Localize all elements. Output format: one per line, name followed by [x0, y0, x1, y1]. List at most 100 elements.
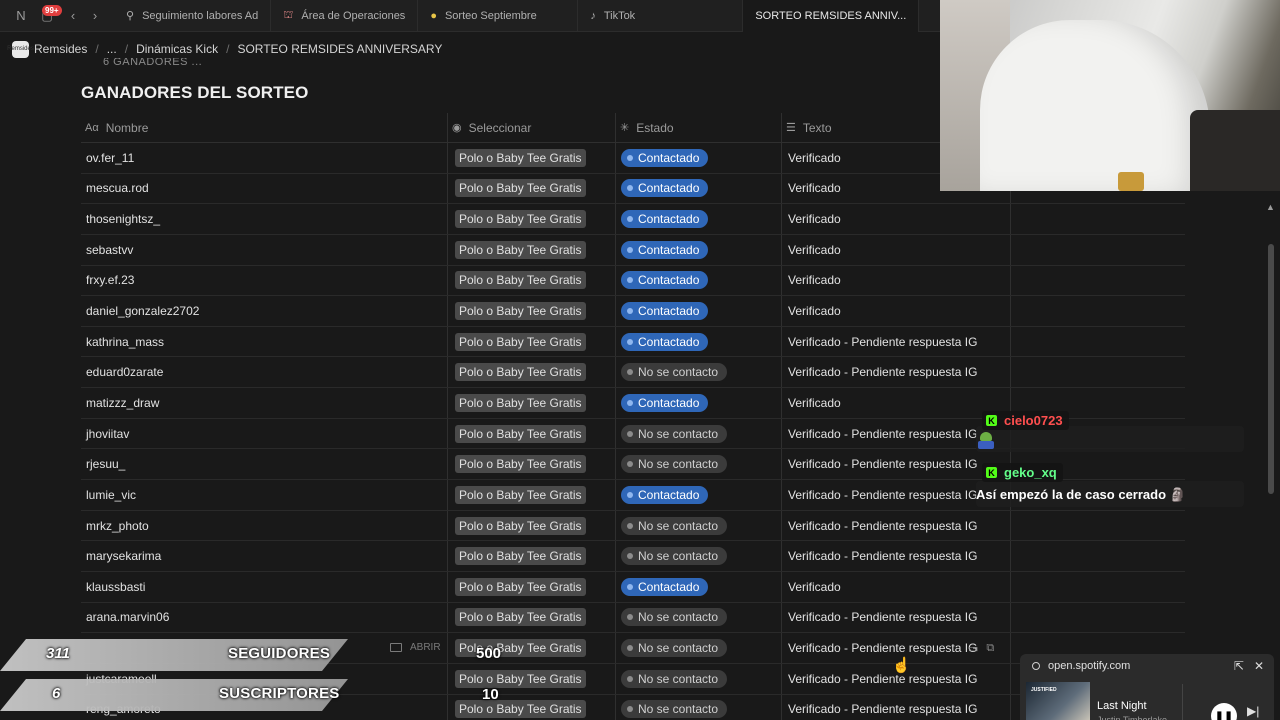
cell-seleccionar[interactable]: Polo o Baby Tee Gratis [448, 296, 616, 326]
cell-estado[interactable]: No se contacto [616, 602, 782, 633]
cell-estado[interactable]: No se contacto [616, 633, 782, 663]
notifications-button[interactable]: ▢ 99+ [32, 4, 62, 27]
cell-estado[interactable]: No se contacto [616, 449, 782, 480]
cell-texto[interactable]: Verificado [782, 265, 1011, 296]
cell-estado[interactable]: No se contacto [616, 694, 782, 720]
cell-estado[interactable]: No se contacto [616, 510, 782, 541]
breadcrumb-workspace[interactable]: Remsides [34, 42, 87, 56]
breadcrumb-ellipsis[interactable]: ... [107, 42, 117, 56]
cell-seleccionar[interactable]: Polo o Baby Tee Gratis [448, 234, 616, 265]
cell-seleccionar[interactable]: Polo o Baby Tee Gratis [448, 633, 616, 663]
close-icon[interactable]: ✕ [1254, 659, 1264, 673]
cell-texto[interactable]: Verificado [782, 571, 1011, 602]
back-to-tab-icon[interactable]: ⇱ [1234, 659, 1244, 673]
cell-nombre[interactable]: lumie_vic [81, 480, 448, 510]
cell-nombre[interactable]: jhoviitav [81, 418, 448, 449]
cell-estado[interactable]: Contactado [616, 480, 782, 510]
cell-seleccionar[interactable]: Polo o Baby Tee Gratis [448, 204, 616, 234]
tab-sorteo-remsides[interactable]: SORTEO REMSIDES ANNIV... [743, 0, 920, 32]
tab-tiktok[interactable]: ♪ TikTok [578, 0, 744, 32]
cell-seleccionar[interactable]: Polo o Baby Tee Gratis [448, 663, 616, 694]
cell-texto[interactable]: Verificado [782, 204, 1011, 234]
cell-texto[interactable]: Verificado - Pendiente respuesta IG [782, 326, 1011, 357]
header-seleccionar[interactable]: ◉ Seleccionar [448, 112, 616, 143]
cell-seleccionar[interactable]: Polo o Baby Tee Gratis [448, 326, 616, 357]
cell-texto[interactable]: Verificado - Pendiente respuesta IG [782, 602, 1011, 633]
table-row[interactable]: thosenightsz_ Polo o Baby Tee Gratis Conta… [81, 204, 1185, 235]
cell-seleccionar[interactable]: Polo o Baby Tee Gratis [448, 173, 616, 204]
forward-icon[interactable]: › [84, 5, 106, 27]
header-nombre[interactable]: Aα Nombre [81, 112, 448, 143]
breadcrumb-current[interactable]: SORTEO REMSIDES ANNIVERSARY [237, 42, 442, 56]
cell-estado[interactable]: Contactado [616, 296, 782, 326]
cell-estado[interactable]: Contactado [616, 204, 782, 234]
cell-nombre[interactable]: ov.fer_11 [81, 143, 448, 173]
table-row[interactable]: mrkz_photo Polo o Baby Tee Gratis No se co… [81, 510, 1185, 542]
cell-texto[interactable]: Verificado [782, 388, 1011, 418]
cell-estado[interactable]: Contactado [616, 143, 782, 173]
cell-seleccionar[interactable]: Polo o Baby Tee Gratis [448, 357, 616, 388]
scrollbar-thumb[interactable] [1268, 244, 1274, 494]
tab-sorteo-septiembre[interactable]: ● Sorteo Septiembre [418, 0, 579, 32]
cell-seleccionar[interactable]: Polo o Baby Tee Gratis [448, 143, 616, 173]
cell-seleccionar[interactable]: Polo o Baby Tee Gratis [448, 571, 616, 602]
cell-nombre[interactable]: eduard0zarate [81, 357, 448, 388]
breadcrumb-parent[interactable]: Dinámicas Kick [136, 42, 218, 56]
cell-estado[interactable]: Contactado [616, 234, 782, 265]
cell-nombre[interactable]: thosenightsz_ [81, 204, 448, 234]
pause-button[interactable]: ❚❚ [1211, 703, 1237, 720]
cell-nombre[interactable]: kathrina_mass [81, 326, 448, 357]
table-row[interactable]: daniel_gonzalez2702 Polo o Baby Tee Grati… [81, 296, 1185, 327]
cell-seleccionar[interactable]: Polo o Baby Tee Gratis [448, 510, 616, 541]
scroll-up-icon[interactable]: ▲ [1266, 202, 1275, 212]
cell-nombre[interactable]: sebastvv [81, 234, 448, 265]
copy-icon[interactable]: ⧉ [986, 642, 994, 655]
cell-estado[interactable]: Contactado [616, 571, 782, 602]
notion-icon[interactable]: N [10, 5, 32, 27]
cell-estado[interactable]: No se contacto [616, 418, 782, 449]
back-icon[interactable]: ‹ [62, 5, 84, 27]
cell-estado[interactable]: Contactado [616, 388, 782, 418]
cell-estado[interactable]: No se contacto [616, 663, 782, 694]
cell-nombre[interactable]: klaussbasti [81, 571, 448, 602]
cell-estado[interactable]: No se contacto [616, 357, 782, 388]
cell-texto[interactable]: Verificado - Pendiente respuesta IG [782, 510, 1011, 541]
table-row[interactable]: klaussbasti Polo o Baby Tee Gratis Contact… [81, 571, 1185, 603]
cell-texto[interactable]: Verificado - Pendiente respuesta IG [782, 694, 1011, 720]
table-row[interactable]: arana.marvin06 Polo o Baby Tee Gratis No s… [81, 602, 1185, 634]
cell-nombre[interactable]: mrkz_photo [81, 510, 448, 541]
cell-nombre[interactable]: mescua.rod [81, 173, 448, 204]
cell-seleccionar[interactable]: Polo o Baby Tee Gratis [448, 388, 616, 418]
cell-texto[interactable]: Verificado [782, 296, 1011, 326]
cell-nombre[interactable]: daniel_gonzalez2702 [81, 296, 448, 326]
header-estado[interactable]: ✳ Estado [616, 112, 782, 143]
cell-texto[interactable]: Verificado [782, 234, 1011, 265]
cell-estado[interactable]: Contactado [616, 173, 782, 204]
table-row[interactable]: frxy.ef.23 Polo o Baby Tee Gratis Contacta… [81, 265, 1185, 297]
cell-nombre[interactable]: frxy.ef.23 [81, 265, 448, 296]
table-row[interactable]: marysekarima Polo o Baby Tee Gratis No se … [81, 541, 1185, 572]
cell-seleccionar[interactable]: Polo o Baby Tee Gratis [448, 480, 616, 510]
cell-seleccionar[interactable]: Polo o Baby Tee Gratis [448, 449, 616, 480]
cell-nombre[interactable]: rjesuu_ [81, 449, 448, 480]
cell-nombre[interactable]: arana.marvin06 [81, 602, 448, 633]
tab-area-operaciones[interactable]: ⛫ Área de Operaciones [271, 0, 419, 32]
cell-nombre[interactable]: marysekarima [81, 541, 448, 571]
table-row[interactable]: eduard0zarate Polo o Baby Tee Gratis No se… [81, 357, 1185, 389]
cell-texto[interactable]: Verificado - Pendiente respuesta IG [782, 357, 1011, 388]
cell-seleccionar[interactable]: Polo o Baby Tee Gratis [448, 541, 616, 571]
cell-seleccionar[interactable]: Polo o Baby Tee Gratis [448, 602, 616, 633]
cell-seleccionar[interactable]: Polo o Baby Tee Gratis [448, 694, 616, 720]
table-row[interactable]: kathrina_mass Polo o Baby Tee Gratis Conta… [81, 326, 1185, 358]
comment-icon[interactable]: ▭ [968, 642, 978, 655]
next-track-icon[interactable]: ▶| [1247, 704, 1259, 718]
cell-nombre[interactable]: matizzz_draw [81, 388, 448, 418]
cell-texto[interactable]: Verificado - Pendiente respuesta IG [782, 541, 1011, 571]
tab-seguimiento[interactable]: ⚲ Seguimiento labores Ad [114, 0, 272, 32]
cell-estado[interactable]: No se contacto [616, 541, 782, 571]
abrir-button[interactable]: ABRIR [390, 642, 441, 653]
cell-seleccionar[interactable]: Polo o Baby Tee Gratis [448, 418, 616, 449]
cell-estado[interactable]: Contactado [616, 265, 782, 296]
cell-estado[interactable]: Contactado [616, 326, 782, 357]
cell-seleccionar[interactable]: Polo o Baby Tee Gratis [448, 265, 616, 296]
